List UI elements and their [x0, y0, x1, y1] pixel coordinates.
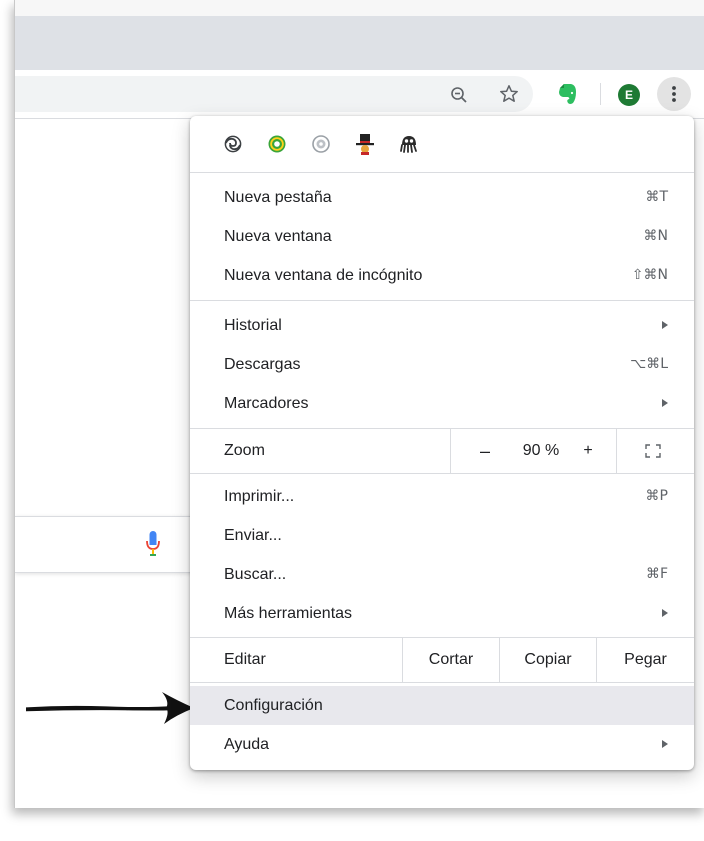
menu-item-print[interactable]: Imprimir... ⌘P	[190, 477, 694, 516]
cut-button[interactable]: Cortar	[403, 638, 499, 682]
evernote-icon[interactable]	[553, 81, 581, 107]
zoom-level: 90 %	[522, 442, 560, 459]
shortcut-label: ⌘T	[645, 189, 668, 205]
menu-item-label: Nueva pestaña	[224, 189, 332, 206]
submenu-arrow-icon	[662, 609, 668, 617]
submenu-arrow-icon	[662, 740, 668, 748]
edit-row: Editar Cortar Copiar Pegar	[190, 638, 694, 682]
menu-item-cast[interactable]: Enviar...	[190, 516, 694, 555]
zoom-divider	[450, 429, 451, 473]
shortcut-label: ⌘P	[645, 488, 668, 504]
avatar[interactable]: E	[618, 84, 640, 106]
tab-strip	[15, 0, 704, 70]
shortcut-label: ⌘F	[645, 566, 668, 582]
menu-item-label: Más herramientas	[224, 605, 353, 622]
search-box[interactable]	[15, 516, 215, 573]
paste-button[interactable]: Pegar	[597, 638, 694, 682]
menu-item-label: Imprimir...	[224, 488, 295, 505]
chrome-main-menu: Nueva pestaña ⌘T Nueva ventana ⌘N Nueva …	[190, 116, 694, 770]
menu-item-label: Descargas	[224, 356, 301, 373]
grey-circle-extension-icon[interactable]	[310, 133, 332, 155]
green-ring-extension-icon[interactable]	[266, 133, 288, 155]
menu-item-more-tools[interactable]: Más herramientas	[190, 594, 694, 633]
extensions-row	[190, 116, 694, 172]
shortcut-label: ⌥⌘L	[630, 356, 668, 372]
menu-item-downloads[interactable]: Descargas ⌥⌘L	[190, 345, 694, 384]
zoom-in-button[interactable]: +	[568, 429, 608, 473]
sync-loop-icon[interactable]	[222, 133, 244, 155]
octopus-extension-icon[interactable]	[398, 133, 420, 155]
menu-item-new-window[interactable]: Nueva ventana ⌘N	[190, 217, 694, 256]
fullscreen-icon[interactable]	[638, 429, 668, 473]
menu-item-bookmarks[interactable]: Marcadores	[190, 384, 694, 423]
menu-item-label: Nueva ventana de incógnito	[224, 267, 423, 284]
zoom-divider	[616, 429, 617, 473]
menu-item-label: Buscar...	[224, 566, 287, 583]
shortcut-label: ⌘N	[643, 228, 668, 244]
menu-item-find[interactable]: Buscar... ⌘F	[190, 555, 694, 594]
edit-label: Editar	[224, 651, 266, 668]
menu-item-label: Historial	[224, 317, 282, 334]
top-hat-extension-icon[interactable]	[354, 133, 376, 155]
microphone-icon[interactable]	[145, 530, 161, 558]
shortcut-label: ⇧⌘N	[631, 267, 668, 283]
more-vert-icon[interactable]	[657, 77, 691, 111]
title-bar	[15, 0, 704, 16]
zoom-label: Zoom	[224, 442, 265, 459]
star-icon[interactable]	[495, 83, 523, 105]
menu-item-settings[interactable]: Configuración	[190, 686, 694, 725]
toolbar-separator	[600, 83, 601, 105]
submenu-arrow-icon	[662, 321, 668, 329]
toolbar: E	[15, 70, 704, 119]
menu-item-label: Marcadores	[224, 395, 309, 412]
submenu-arrow-icon	[662, 399, 668, 407]
menu-item-label: Enviar...	[224, 527, 282, 544]
menu-item-new-incognito-window[interactable]: Nueva ventana de incógnito ⇧⌘N	[190, 256, 694, 295]
menu-item-label: Nueva ventana	[224, 228, 332, 245]
copy-button[interactable]: Copiar	[500, 638, 596, 682]
menu-item-help[interactable]: Ayuda	[190, 725, 694, 764]
menu-item-new-tab[interactable]: Nueva pestaña ⌘T	[190, 178, 694, 217]
menu-item-label: Configuración	[224, 697, 323, 714]
zoom-out-icon[interactable]	[445, 84, 473, 106]
hand-drawn-arrow	[26, 692, 194, 724]
menu-item-history[interactable]: Historial	[190, 306, 694, 345]
zoom-row: Zoom – 90 % +	[190, 429, 694, 473]
zoom-out-button[interactable]: –	[460, 429, 510, 473]
menu-item-label: Ayuda	[224, 736, 270, 753]
